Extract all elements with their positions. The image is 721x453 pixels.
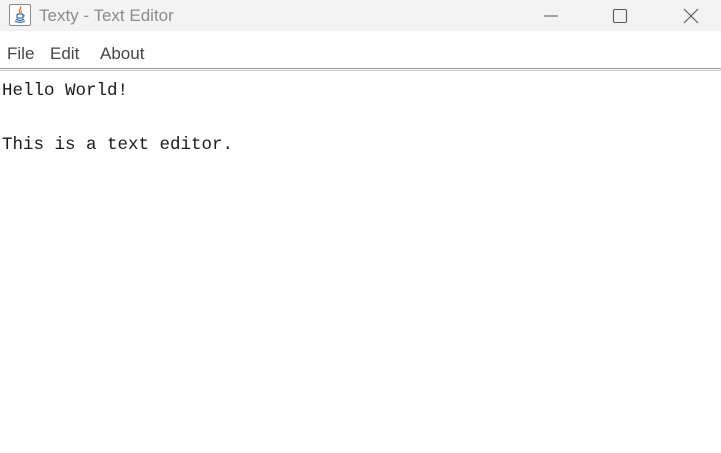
menu-bar: File Edit About: [0, 38, 721, 68]
close-button[interactable]: [668, 0, 714, 31]
menu-separator: [0, 68, 721, 71]
title-bar[interactable]: Texty - Text Editor: [0, 0, 721, 31]
menu-edit[interactable]: Edit: [50, 44, 79, 64]
minimize-button[interactable]: [528, 0, 574, 31]
app-window: Texty - Text Editor File Edit About Hell…: [0, 0, 721, 453]
maximize-icon: [612, 8, 628, 24]
text-editor-area[interactable]: Hello World! This is a text editor.: [0, 72, 721, 453]
java-icon[interactable]: [9, 4, 31, 26]
minimize-icon: [543, 8, 559, 24]
editor-line: This is a text editor.: [2, 135, 234, 155]
menu-file[interactable]: File: [7, 44, 34, 64]
window-title: Texty - Text Editor: [39, 6, 174, 25]
editor-line: Hello World!: [2, 81, 129, 101]
maximize-button[interactable]: [597, 0, 643, 31]
close-icon: [683, 8, 699, 24]
menu-about[interactable]: About: [100, 44, 144, 64]
